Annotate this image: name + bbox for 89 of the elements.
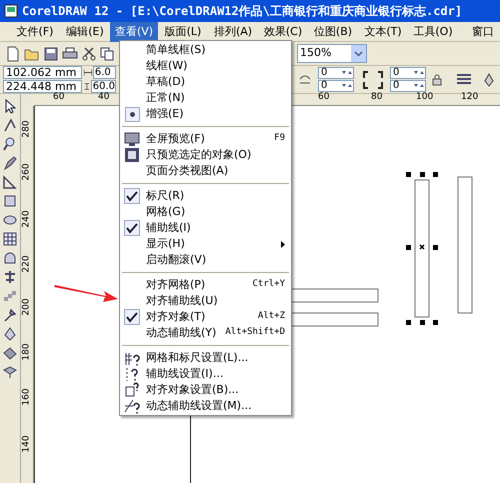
- menu-item[interactable]: 网格和标尺设置(L)...: [144, 350, 285, 366]
- grid-tool-icon[interactable]: [2, 231, 18, 247]
- height-icon: [84, 82, 90, 91]
- dynamic-guide-question-icon: [124, 398, 140, 414]
- submenu-arrow-icon: [281, 240, 285, 248]
- ruler-label: 100: [416, 92, 434, 102]
- menu-item[interactable]: 辅助线设置(I)...: [144, 366, 285, 382]
- ruler-label: 40: [98, 92, 110, 102]
- frame-icon: [124, 147, 140, 163]
- ruler-label: 140: [22, 435, 32, 453]
- menu-item[interactable]: 编辑(E): [60, 22, 110, 42]
- menu-item[interactable]: 文件(F): [10, 22, 60, 42]
- corner-brackets-icon[interactable]: [362, 70, 384, 90]
- new-file-icon[interactable]: [6, 46, 20, 62]
- window-title: CorelDRAW 12 - [E:\CorelDRAW12作品\工商银行和重庆商业银行标志.cdr]: [22, 3, 462, 20]
- ruler-label: 180: [22, 343, 32, 361]
- ruler-label: 120: [461, 92, 478, 102]
- menu-item[interactable]: 动态辅助线设置(M)...: [144, 398, 285, 414]
- shortcut-label: Alt+Z: [258, 310, 285, 324]
- menu-item[interactable]: 显示(H): [144, 236, 281, 252]
- dimension-icon[interactable]: [2, 174, 18, 190]
- number-spinner[interactable]: 0: [390, 80, 426, 92]
- menu-item[interactable]: 文本(T): [358, 22, 408, 42]
- menu-item[interactable]: 对齐辅助线(U): [144, 292, 285, 310]
- menu-item[interactable]: 对齐对象设置(B)...: [144, 382, 285, 398]
- rounded-corner-icon[interactable]: [298, 72, 312, 86]
- shortcut-label: Ctrl+Y: [252, 278, 285, 292]
- ruler-label: 160: [22, 388, 32, 406]
- app-icon: [4, 4, 18, 18]
- menu-item[interactable]: 动态辅助线(Y): [144, 324, 226, 342]
- pen-icon[interactable]: [2, 155, 18, 171]
- monitor-icon: [124, 131, 140, 147]
- eyedropper-icon[interactable]: [2, 307, 18, 323]
- grid-question-icon: [124, 350, 140, 366]
- number-spinner[interactable]: 0: [318, 67, 354, 79]
- menu-item[interactable]: 草稿(D): [144, 74, 285, 90]
- menu-item[interactable]: 网格(G): [144, 204, 285, 220]
- menu-item[interactable]: 页面分类视图(A): [144, 162, 285, 180]
- ruler-label: 80: [371, 92, 382, 102]
- ruler-label: 240: [22, 210, 32, 228]
- number-spinner[interactable]: 0: [318, 80, 354, 92]
- menu-item[interactable]: 全屏预览(F): [144, 130, 274, 148]
- selected-rectangle[interactable]: [406, 172, 438, 325]
- save-icon[interactable]: [44, 46, 58, 60]
- menu-item[interactable]: 线框(W): [144, 58, 285, 74]
- copy-icon[interactable]: [100, 46, 114, 60]
- rectangle-tool-icon[interactable]: [2, 193, 18, 209]
- menu-item[interactable]: 只预览选定的对象(O): [144, 146, 285, 164]
- menu-item[interactable]: 增强(E): [144, 106, 285, 122]
- menu-item[interactable]: 启动翻滚(V): [144, 252, 285, 268]
- ruler-label: 60: [318, 92, 330, 102]
- menu-item[interactable]: 查看(V): [110, 22, 158, 42]
- menu-item[interactable]: 位图(B): [308, 22, 358, 42]
- caret-icon: [351, 45, 366, 62]
- width-icon: [84, 68, 92, 77]
- arrow-annotation: [54, 285, 118, 302]
- shortcut-label: F9: [274, 132, 285, 146]
- scissors-icon[interactable]: [82, 46, 96, 60]
- guide-question-icon: [124, 366, 140, 382]
- menu-item[interactable]: 正常(N): [144, 90, 285, 106]
- menu-item[interactable]: 简单线框(S): [144, 42, 285, 58]
- menu-item[interactable]: 标尺(R): [144, 188, 285, 204]
- height-field[interactable]: 60.0: [90, 80, 116, 93]
- y-position-field[interactable]: 224.448 mm: [3, 80, 82, 93]
- ruler-label: 220: [22, 255, 32, 273]
- menu-item[interactable]: 排列(A): [208, 22, 258, 42]
- shapes-tool-icon[interactable]: [2, 250, 18, 266]
- shape-tool-icon[interactable]: [2, 117, 18, 133]
- ruler-label: 280: [22, 120, 32, 138]
- ruler-label: 260: [22, 163, 32, 181]
- menu-item[interactable]: 对齐网格(P): [144, 276, 252, 294]
- menu-item[interactable]: 版面(L): [158, 22, 208, 42]
- ruler-label: 60: [53, 92, 64, 102]
- ruler-label: 200: [22, 298, 32, 316]
- open-folder-icon[interactable]: [24, 46, 40, 60]
- menu-item[interactable]: 效果(C): [258, 22, 308, 42]
- menu-item[interactable]: 辅助线(I): [144, 220, 285, 236]
- menu-item[interactable]: 对齐对象(T): [144, 308, 258, 326]
- shortcut-label: Alt+Shift+D: [225, 326, 285, 340]
- number-spinner[interactable]: 0: [390, 67, 426, 79]
- printer-icon[interactable]: [62, 46, 78, 60]
- menu-item[interactable]: 工具(O): [408, 22, 458, 42]
- lock-icon[interactable]: [432, 74, 442, 86]
- zoom-dropdown[interactable]: 150%: [297, 44, 367, 63]
- zoom-value: 150%: [299, 45, 332, 62]
- x-position-field[interactable]: 102.062 mm: [3, 66, 82, 79]
- width-field[interactable]: 6.0: [92, 66, 116, 79]
- snap-question-icon: [124, 382, 140, 398]
- menu-item[interactable]: 窗口: [458, 22, 500, 42]
